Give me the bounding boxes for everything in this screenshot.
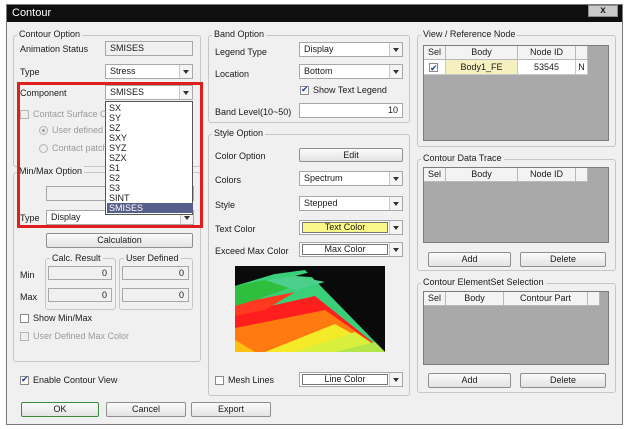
show-text-legend-label: Show Text Legend (313, 85, 387, 95)
calc-min-field: 0 (48, 266, 112, 280)
column-header-body[interactable]: Body (446, 46, 518, 60)
title-bar (7, 5, 622, 22)
style-select[interactable]: Stepped (299, 196, 403, 211)
legend-type-select[interactable]: Display (299, 42, 403, 57)
window-title: Contour (12, 7, 52, 19)
user-defined-max-color-label: User Defined Max Color (33, 331, 130, 341)
exceed-max-color-label: Exceed Max Color (215, 246, 289, 256)
row-select-checkbox[interactable] (429, 61, 438, 75)
table-row-body[interactable]: Body1_FE (446, 60, 518, 75)
ok-button[interactable]: OK (21, 402, 99, 417)
mesh-lines-checkbox[interactable] (215, 376, 224, 385)
show-text-legend-checkbox[interactable] (300, 84, 309, 95)
column-header-extra (588, 292, 600, 306)
edit-button[interactable]: Edit (299, 148, 403, 162)
chevron-down-icon (389, 197, 402, 210)
data-trace-title: Contour Data Trace (421, 153, 504, 163)
legend-type-label: Legend Type (215, 47, 267, 57)
elementset-table: Sel Body Contour Part (423, 291, 609, 365)
style-option-title: Style Option (212, 128, 266, 138)
view-reference-table: Sel Body Node ID Body1_FE 53545 N (423, 45, 609, 141)
chevron-down-icon (179, 65, 192, 78)
user-min-field[interactable]: 0 (122, 266, 189, 280)
data-trace-table: Sel Body Node ID (423, 167, 609, 243)
chevron-down-icon (389, 221, 402, 234)
color-option-label: Color Option (215, 151, 266, 161)
band-level-label: Band Level(10~50) (215, 107, 292, 117)
mesh-lines-label: Mesh Lines (228, 375, 275, 385)
table-row-node-id[interactable]: 53545 (518, 60, 576, 75)
column-header-sel[interactable]: Sel (424, 168, 446, 182)
view-reference-title: View / Reference Node (421, 29, 518, 39)
text-color-label: Text Color (215, 224, 256, 234)
max-color-swatch: Max Color (302, 244, 388, 255)
user-defined-max-color-checkbox[interactable] (20, 332, 29, 341)
type-select[interactable]: Stress (105, 64, 193, 79)
user-defined-title: User Defined (124, 253, 181, 263)
close-button[interactable]: x (588, 5, 618, 17)
show-minmax-checkbox[interactable] (20, 314, 29, 323)
animation-status-field: SMISES (105, 41, 193, 56)
colors-label: Colors (215, 175, 242, 185)
text-color-swatch: Text Color (302, 222, 388, 233)
animation-status-label: Animation Status (20, 44, 89, 54)
type-select-value: Stress (110, 66, 136, 76)
column-header-sel[interactable]: Sel (424, 46, 446, 60)
show-minmax-label: Show Min/Max (33, 313, 93, 323)
band-level-input[interactable]: 10 (299, 103, 403, 118)
column-header-extra (576, 168, 588, 182)
band-option-title: Band Option (212, 29, 267, 39)
location-value: Bottom (304, 66, 333, 76)
elementset-title: Contour ElementSet Selection (421, 277, 546, 287)
enable-contour-label: Enable Contour View (33, 375, 118, 385)
location-label: Location (215, 69, 250, 79)
calc-max-field: 0 (48, 288, 112, 302)
chevron-down-icon (389, 43, 402, 56)
chevron-down-icon (389, 172, 402, 185)
max-label: Max (20, 292, 38, 302)
contour-option-title: Contour Option (17, 29, 83, 39)
column-header-extra (576, 46, 588, 60)
chevron-down-icon (389, 373, 402, 386)
column-header-node-id[interactable]: Node ID (518, 46, 576, 60)
location-select[interactable]: Bottom (299, 64, 403, 79)
text-color-select[interactable]: Text Color (299, 220, 403, 235)
colors-value: Spectrum (304, 173, 343, 183)
chevron-down-icon (389, 65, 402, 78)
column-header-body[interactable]: Body (446, 292, 504, 306)
colors-select[interactable]: Spectrum (299, 171, 403, 186)
contour-preview-image (235, 266, 385, 352)
column-header-sel[interactable]: Sel (424, 292, 446, 306)
column-header-node-id[interactable]: Node ID (518, 168, 576, 182)
table-row-select-cell[interactable] (424, 60, 446, 75)
cancel-button[interactable]: Cancel (106, 402, 186, 417)
column-header-body[interactable]: Body (446, 168, 518, 182)
close-icon: x (600, 5, 606, 16)
data-trace-delete-button[interactable]: Delete (520, 252, 606, 267)
enable-contour-checkbox[interactable] (20, 374, 29, 385)
data-trace-add-button[interactable]: Add (428, 252, 511, 267)
column-header-contour-part[interactable]: Contour Part (504, 292, 588, 306)
calculation-button[interactable]: Calculation (46, 233, 193, 248)
legend-type-value: Display (304, 44, 334, 54)
calc-result-title: Calc. Result (50, 253, 103, 263)
max-color-select[interactable]: Max Color (299, 242, 403, 257)
style-value: Stepped (304, 198, 338, 208)
highlight-annotation-box (17, 82, 203, 228)
table-row-extra[interactable]: N (576, 60, 588, 75)
min-label: Min (20, 270, 35, 280)
export-button[interactable]: Export (191, 402, 271, 417)
line-color-select[interactable]: Line Color (299, 372, 403, 387)
line-color-swatch: Line Color (302, 374, 388, 385)
elementset-add-button[interactable]: Add (428, 373, 511, 388)
elementset-delete-button[interactable]: Delete (520, 373, 606, 388)
style-label: Style (215, 200, 236, 210)
type-label: Type (20, 67, 40, 77)
user-max-field[interactable]: 0 (122, 288, 189, 302)
chevron-down-icon (389, 243, 402, 256)
